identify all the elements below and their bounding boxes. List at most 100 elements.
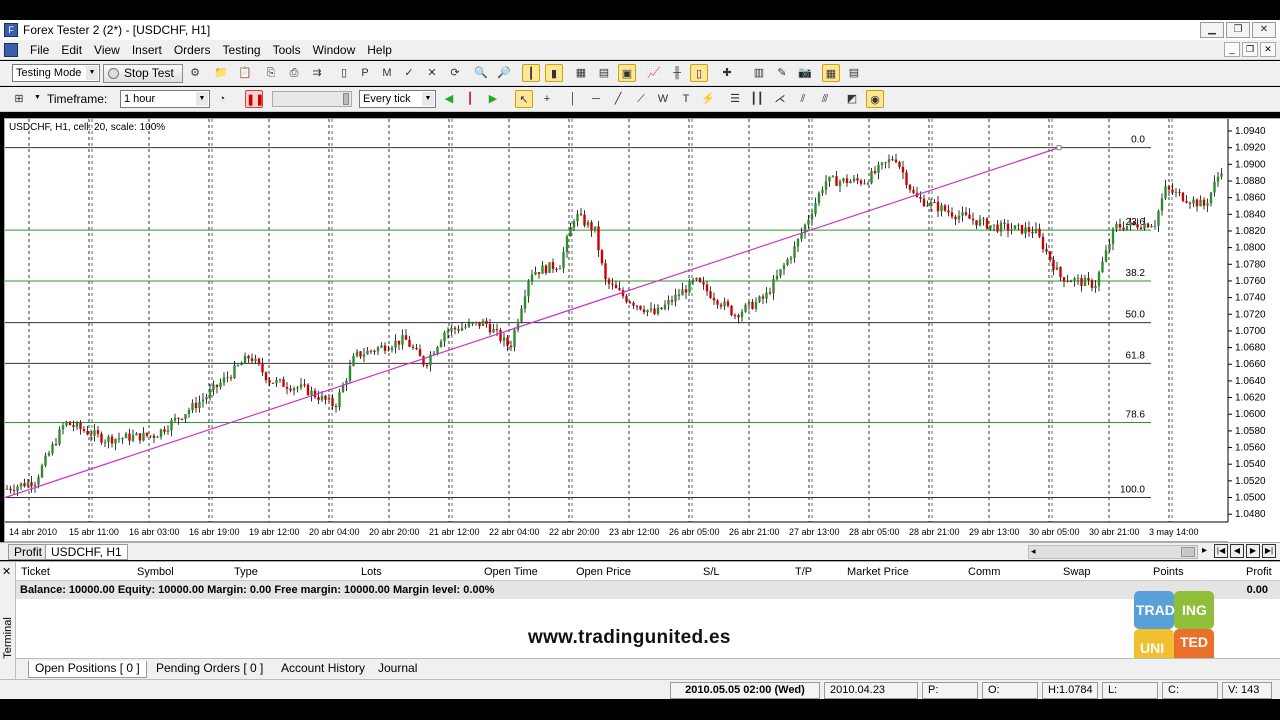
dropdown-arrow-icon[interactable]: ▼ (34, 94, 41, 101)
tab-account-history[interactable]: Account History (275, 661, 371, 678)
objects-icon[interactable]: ◉ (866, 90, 884, 108)
menu-view[interactable]: View (88, 43, 126, 57)
document-icon[interactable] (4, 42, 18, 57)
step-bar-icon[interactable]: ┃ (461, 90, 479, 108)
chart-window[interactable]: 14 abr 2010 15 abr 11:00 16 abr 03:00 16 ab… (4, 118, 1280, 543)
child-minimize-button[interactable]: _ (1224, 42, 1240, 57)
new-chart-icon[interactable]: ⊞ (10, 90, 28, 108)
col-type[interactable]: Type (234, 566, 258, 578)
grid-icon[interactable]: ▦ (572, 64, 590, 82)
tab-journal[interactable]: Journal (372, 661, 423, 678)
horizontal-line-icon[interactable]: ─ (587, 90, 605, 108)
menu-help[interactable]: Help (361, 43, 398, 57)
col-sl[interactable]: S/L (703, 566, 720, 578)
price-chart[interactable]: 14 abr 2010 15 abr 11:00 16 abr 03:00 16 ab… (5, 119, 1280, 543)
fib-timezones-icon[interactable]: ┃┃ (748, 90, 766, 108)
last-tab-icon[interactable]: ▶| (1262, 544, 1276, 558)
channel-icon[interactable]: ⫻ (816, 90, 834, 108)
templates-icon[interactable]: ▥ (750, 64, 768, 82)
bar-chart-icon[interactable]: ┃ (522, 64, 540, 82)
export-icon[interactable]: ⇉ (308, 64, 326, 82)
shapes-icon[interactable]: ◩ (843, 90, 861, 108)
menu-orders[interactable]: Orders (168, 43, 217, 57)
step-back-icon[interactable]: ◀ (440, 90, 458, 108)
child-restore-button[interactable]: ❐ (1242, 42, 1258, 57)
brush-icon[interactable]: ✎ (773, 64, 791, 82)
tab-pending-orders[interactable]: Pending Orders [ 0 ] (150, 661, 269, 678)
scroll-left-icon[interactable]: ◂ (1031, 546, 1036, 557)
menu-insert[interactable]: Insert (126, 43, 168, 57)
open-folder-icon[interactable]: 📁 (212, 64, 230, 82)
tab-usdchf-h1[interactable]: USDCHF, H1 (45, 544, 128, 560)
menu-file[interactable]: File (24, 43, 55, 57)
tick-mode-select[interactable]: Every tick ▼ (359, 90, 436, 108)
col-points[interactable]: Points (1153, 566, 1184, 578)
period-separator-icon[interactable]: ▣ (618, 64, 636, 82)
col-ticket[interactable]: Ticket (21, 566, 50, 578)
delete-icon[interactable]: ✕ (423, 64, 441, 82)
trend-line-icon[interactable]: ╱ (609, 90, 627, 108)
col-open-time[interactable]: Open Time (484, 566, 538, 578)
p-icon[interactable]: P (356, 64, 374, 82)
ray-icon[interactable]: ⟋ (632, 90, 650, 108)
col-symbol[interactable]: Symbol (137, 566, 174, 578)
speed-slider[interactable] (272, 91, 352, 107)
check-icon[interactable]: ✓ (400, 64, 418, 82)
col-swap[interactable]: Swap (1063, 566, 1091, 578)
m-icon[interactable]: M (378, 64, 396, 82)
calendar-icon[interactable]: ▤ (845, 64, 863, 82)
print-icon[interactable]: ⎙ (285, 64, 303, 82)
camera-icon[interactable]: 📷 (796, 64, 814, 82)
minimize-button[interactable]: ▁ (1200, 22, 1224, 38)
col-tp[interactable]: T/P (795, 566, 812, 578)
vertical-line-icon[interactable]: │ (564, 90, 582, 108)
fib-retracement-icon[interactable]: ☰ (726, 90, 744, 108)
zoom-out-icon[interactable]: 🔎 (495, 64, 513, 82)
slider-thumb[interactable] (343, 93, 349, 105)
child-close-button[interactable]: ✕ (1260, 42, 1276, 57)
col-comm[interactable]: Comm (968, 566, 1000, 578)
wave-icon[interactable]: W (654, 90, 672, 108)
prev-tab-icon[interactable]: ◀ (1230, 544, 1244, 558)
copy-icon[interactable]: ⎘ (262, 64, 280, 82)
tab-profit[interactable]: Profit (8, 544, 49, 560)
menu-window[interactable]: Window (307, 43, 362, 57)
next-tab-icon[interactable]: ▶ (1246, 544, 1260, 558)
first-tab-icon[interactable]: |◀ (1214, 544, 1228, 558)
scroll-thumb[interactable] (1181, 547, 1195, 557)
tab-open-positions[interactable]: Open Positions [ 0 ] (28, 661, 147, 678)
andrews-pitchfork-icon[interactable]: ⫽ (794, 90, 812, 108)
news-icon[interactable]: ▦ (822, 64, 840, 82)
menu-tools[interactable]: Tools (267, 43, 307, 57)
candlestick-icon[interactable]: ▯ (690, 64, 708, 82)
step-forward-icon[interactable]: ▶ (484, 90, 502, 108)
col-profit[interactable]: Profit (1246, 566, 1272, 578)
speed-icon[interactable]: ◔ (213, 90, 231, 108)
zoom-in-icon[interactable]: 🔍 (472, 64, 490, 82)
horizontal-scrollbar[interactable]: ◂ (1028, 545, 1198, 559)
settings-icon[interactable]: ⚙ (186, 64, 204, 82)
col-market-price[interactable]: Market Price (847, 566, 909, 578)
volume-icon[interactable]: ▤ (595, 64, 613, 82)
fib-fan-icon[interactable]: ⋌ (771, 90, 789, 108)
timeframe-select[interactable]: 1 hour ▼ (120, 90, 210, 108)
scroll-right-icon[interactable]: ▸ (1202, 545, 1207, 556)
ohlc-icon[interactable]: ╫ (668, 64, 686, 82)
refresh-icon[interactable]: ⟳ (446, 64, 464, 82)
new-document-icon[interactable]: ▯ (335, 64, 353, 82)
candles-icon[interactable]: ▮ (545, 64, 563, 82)
mode-select[interactable]: Testing Mode ▼ (12, 64, 100, 82)
fibonacci-icon[interactable]: ⚡ (699, 90, 717, 108)
pause-button[interactable]: ❚❚ (245, 90, 264, 108)
add-indicator-icon[interactable]: ✚ (718, 64, 736, 82)
maximize-button[interactable]: ❐ (1226, 22, 1250, 38)
menu-testing[interactable]: Testing (217, 43, 267, 57)
line-chart-icon[interactable]: 📈 (645, 64, 663, 82)
crosshair-icon[interactable]: + (538, 90, 556, 108)
col-lots[interactable]: Lots (361, 566, 382, 578)
menu-edit[interactable]: Edit (55, 43, 88, 57)
cursor-icon[interactable]: ↖ (515, 90, 533, 108)
text-icon[interactable]: T (677, 90, 695, 108)
stop-test-button[interactable]: Stop Test (103, 64, 183, 83)
paste-icon[interactable]: 📋 (236, 64, 254, 82)
